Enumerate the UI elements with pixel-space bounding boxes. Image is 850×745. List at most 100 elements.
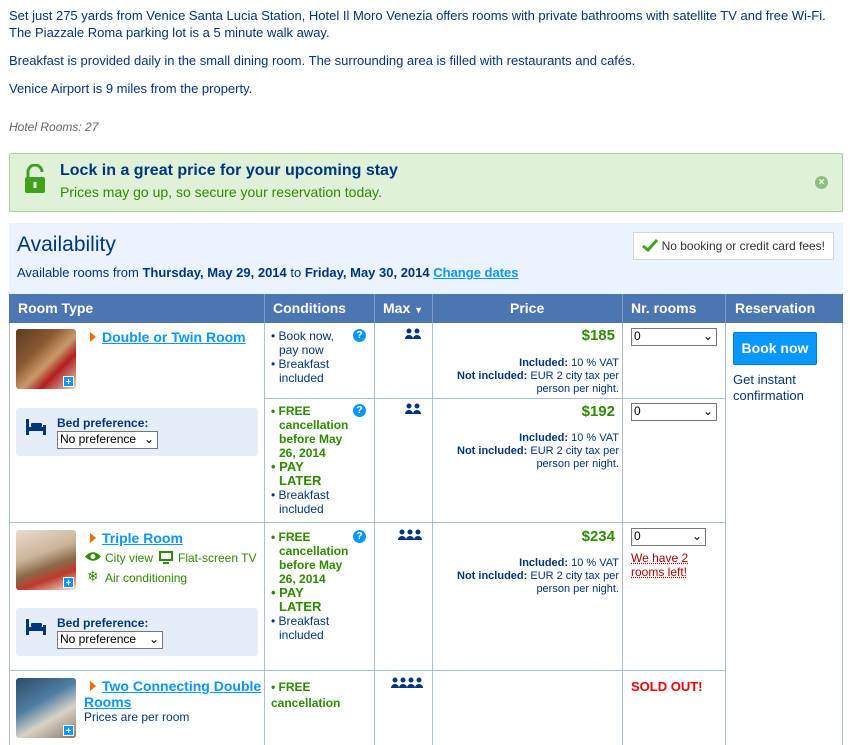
room-feature: City view [105, 551, 154, 565]
conditions-list: • FREE cancellation before May 26, 2014 … [271, 530, 348, 642]
room-price: $234 [581, 528, 615, 545]
tax-not-included-label: Not included: [457, 370, 528, 382]
three-persons-icon [398, 529, 422, 540]
room-price: $185 [581, 327, 615, 344]
condition-item: • Breakfast [271, 357, 330, 371]
warning-text: We have 2 [631, 551, 689, 565]
room-photo[interactable]: + [16, 329, 76, 389]
header-divider [374, 294, 375, 323]
table-border [374, 323, 375, 745]
table-border [264, 323, 265, 745]
room-name-link[interactable]: Two Connecting Double Rooms [84, 678, 262, 710]
tax-included-label: Included: [519, 432, 569, 444]
description-paragraph: Set just 275 yards from Venice Santa Luc… [9, 8, 826, 40]
expand-arrow-icon [90, 681, 96, 691]
room-feature: Flat-screen TV [178, 551, 257, 565]
bed-preference-value: No preference [60, 632, 137, 646]
change-dates-link[interactable]: Change dates [433, 265, 518, 280]
header-max[interactable]: Max ▼ [383, 294, 423, 323]
row-divider [9, 670, 725, 671]
tax-included-label: Included: [519, 557, 569, 569]
condition-item: included [279, 628, 324, 642]
bed-icon [26, 419, 46, 435]
book-now-button[interactable]: Book now [733, 332, 817, 365]
header-divider [622, 294, 623, 323]
room-quantity-select[interactable]: 0 ⌄ [631, 528, 706, 546]
condition-item: • FREE [271, 680, 311, 694]
description-paragraph: Breakfast is provided daily in the small… [9, 53, 636, 68]
banner-title: Lock in a great price for your upcoming … [60, 162, 398, 179]
conditions-list: • FREE cancellation before May 26, 2014 … [271, 404, 348, 516]
dates-to: to [286, 265, 305, 280]
enlarge-icon: + [63, 725, 74, 737]
bed-preference-label: Bed preference: [57, 416, 149, 430]
table-border [725, 323, 726, 745]
conditions-list: • FREE cancellation [271, 679, 340, 711]
room-quantity-select[interactable]: 0 ⌄ [631, 403, 717, 421]
room-name-link[interactable]: Double or Twin Room [102, 329, 246, 345]
tax-included-value: 10 % VAT [568, 357, 619, 369]
availability-title: Availability [17, 233, 116, 256]
room-name-line: Two Connecting Double [102, 678, 262, 694]
header-divider [264, 294, 265, 323]
checkmark-icon [641, 239, 658, 252]
tax-info: Included: 10 % VAT Not included: EUR 2 c… [457, 357, 619, 396]
description-paragraph: Venice Airport is 9 miles from the prope… [9, 81, 253, 96]
checkin-date: Thursday, May 29, 2014 [142, 265, 287, 280]
row-divider [264, 398, 725, 399]
tax-not-included-value: person per night. [536, 383, 619, 395]
expand-arrow-icon [90, 332, 96, 342]
tax-not-included-value: person per night. [536, 458, 619, 470]
bed-preference-select[interactable]: No preference ⌄ [57, 631, 163, 649]
room-photo[interactable]: + [16, 530, 76, 590]
bed-preference-box: Bed preference: No preference ⌄ [16, 408, 258, 456]
rooms-table-header: Room Type Conditions Max ▼ Price Nr. roo… [9, 294, 843, 323]
instant-confirmation: Get instant confirmation [733, 372, 804, 404]
tax-info: Included: 10 % VAT Not included: EUR 2 c… [457, 432, 619, 471]
room-quantity-select[interactable]: 0 ⌄ [631, 328, 717, 346]
condition-item: 26, 2014 [279, 572, 326, 586]
hotel-rooms-count: Hotel Rooms: 27 [9, 120, 99, 134]
expand-arrow-icon [90, 533, 96, 543]
tax-not-included-label: Not included: [457, 445, 528, 457]
tax-included-value: 10 % VAT [568, 432, 619, 444]
header-divider [725, 294, 726, 323]
room-photo[interactable]: + [16, 678, 76, 738]
chevron-down-icon: ⌄ [702, 329, 713, 343]
checkout-date: Friday, May 30, 2014 [304, 265, 430, 280]
condition-item: • Breakfast [271, 488, 330, 502]
bed-preference-box: Bed preference: No preference ⌄ [16, 608, 258, 656]
close-icon[interactable]: × [815, 176, 828, 189]
room-name-link[interactable]: Triple Room [102, 530, 183, 546]
condition-item: cancellation [279, 544, 349, 558]
conditions-list: • Book now, pay now • Breakfast included [271, 329, 334, 385]
quantity-value: 0 [634, 529, 641, 543]
bed-preference-select[interactable]: No preference ⌄ [57, 431, 158, 449]
no-fees-text: No booking or credit card fees! [661, 239, 825, 253]
condition-item: 26, 2014 [279, 446, 326, 460]
enlarge-icon: + [63, 577, 74, 589]
quantity-value: 0 [634, 329, 641, 343]
lock-icon [25, 164, 45, 193]
hotel-description: Set just 275 yards from Venice Santa Luc… [9, 7, 839, 108]
chevron-down-icon: ⌄ [148, 632, 159, 646]
price-lock-banner: Lock in a great price for your upcoming … [9, 153, 843, 212]
help-icon[interactable]: ? [353, 329, 366, 342]
condition-item: • FREE [271, 530, 311, 544]
eye-icon [85, 552, 101, 561]
condition-item: cancellation [271, 696, 341, 710]
no-fees-badge: No booking or credit card fees! [632, 232, 834, 260]
condition-item: • PAY [271, 585, 304, 600]
room-name-line: Rooms [84, 694, 132, 710]
help-icon[interactable]: ? [353, 404, 366, 417]
row-divider [9, 522, 725, 523]
tax-not-included-value: EUR 2 city tax per [527, 445, 619, 457]
condition-item: cancellation [279, 418, 349, 432]
help-icon[interactable]: ? [353, 530, 366, 543]
condition-item: • Book now, [271, 329, 334, 343]
condition-item: before May [279, 558, 343, 572]
header-reservation: Reservation [735, 300, 816, 316]
condition-item: included [279, 502, 324, 516]
bed-icon [26, 619, 46, 635]
table-border [432, 323, 433, 745]
